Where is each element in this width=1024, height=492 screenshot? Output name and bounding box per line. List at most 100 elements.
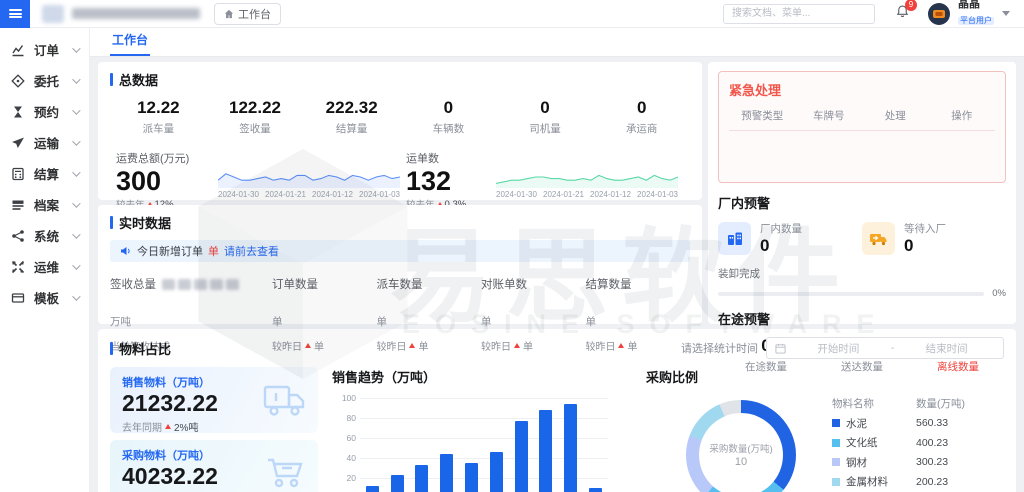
y-tick-label: 80 — [332, 413, 356, 423]
section-accent — [110, 73, 113, 86]
bar — [515, 421, 528, 492]
sparkline-date-label: 2024-01-30 — [496, 190, 537, 199]
freight-total-block: 运费总额(万元) 300 较去年12% 2024-01-302024-01-21… — [110, 150, 400, 211]
app-logo — [42, 5, 64, 23]
chevron-down-icon — [72, 106, 80, 114]
sidebar-item-settlement[interactable]: 结算 — [0, 158, 89, 189]
menu-toggle-button[interactable] — [0, 0, 30, 28]
sparkline-date-label: 2024-01-21 — [265, 190, 306, 199]
sidebar-item-system[interactable]: 系统 — [0, 220, 89, 251]
notification-badge: 9 — [905, 0, 917, 11]
bar — [490, 452, 503, 492]
triangle-up-icon — [409, 343, 415, 348]
triangle-up-icon — [514, 343, 520, 348]
section-title: 总数据 — [119, 70, 158, 89]
delivery-truck-icon — [262, 381, 308, 419]
stat-settled: 222.32结算量 — [303, 98, 400, 136]
realtime-col-dispatch: 派车数量 单 较昨日单 — [376, 276, 481, 353]
breadcrumb-label: 工作台 — [238, 6, 271, 22]
user-menu[interactable]: 晶晶 平台用户 — [958, 0, 994, 28]
redacted-value — [162, 279, 239, 290]
sparkline-date-label: 2024-01-12 — [312, 190, 353, 199]
realtime-data-panel: 实时数据 今日新增订单 单 请前去查看 签收总量 万吨 当前签收达成 — [98, 205, 702, 324]
section-accent — [110, 342, 113, 355]
calendar-icon — [775, 343, 786, 354]
line-chart-icon — [11, 43, 25, 57]
stat-vehicles: 0车辆数 — [400, 98, 497, 136]
bar — [391, 475, 404, 492]
legend-row: 钢材300.23 — [832, 455, 972, 470]
legend-swatch — [832, 478, 840, 486]
triangle-up-icon — [618, 343, 624, 348]
sidebar-item-template[interactable]: 模板 — [0, 282, 89, 313]
end-date-placeholder: 结束时间 — [898, 341, 995, 356]
legend-row: 水泥560.33 — [832, 416, 972, 431]
sidebar-item-appointment[interactable]: 预约 — [0, 96, 89, 127]
home-icon — [224, 9, 234, 19]
chevron-down-icon[interactable] — [1002, 11, 1010, 16]
date-range-picker[interactable]: 开始时间 - 结束时间 — [766, 337, 1004, 359]
sparkline-x-labels: 2024-01-30 2024-01-21 2024-01-12 2024-01-03 — [218, 190, 400, 199]
realtime-col-reconcile: 对账单数 单 较昨日单 — [481, 276, 586, 353]
tab-bar: 工作台 — [90, 28, 1024, 57]
sidebar-item-delegation[interactable]: 委托 — [0, 65, 89, 96]
sparkline-x-labels: 2024-01-302024-01-212024-01-122024-01-03 — [496, 190, 678, 199]
date-separator: - — [891, 342, 895, 354]
tab-workbench[interactable]: 工作台 — [110, 28, 150, 56]
section-accent — [110, 216, 113, 229]
truck-icon — [869, 231, 889, 247]
top-bar: 工作台 9 晶晶 平台用户 — [0, 0, 1024, 28]
sparkline-date-label: 2024-01-03 — [359, 190, 400, 199]
stat-carriers: 0承运商 — [593, 98, 690, 136]
main-area: 工作台 总数据 12.22派车量 122.22签收量 222.32结算量 0车辆… — [90, 28, 1024, 492]
material-ratio-panel: 物料占比 请选择统计时间 开始时间 - 结束时间 销售 — [98, 329, 1016, 492]
legend-row: 文化纸400.23 — [832, 435, 972, 450]
avatar[interactable] — [928, 3, 950, 25]
hamburger-icon — [9, 8, 22, 20]
section-title: 实时数据 — [119, 213, 171, 232]
breadcrumb[interactable]: 工作台 — [214, 3, 281, 25]
urgent-table-header: 预警类型车牌号处理操作 — [729, 108, 995, 131]
sparkline-date-label: 2024-01-12 — [590, 190, 631, 199]
sales-material-card: 销售物料（万吨） 21232.22 去年同期2%吨 — [110, 367, 318, 433]
bar — [415, 465, 428, 492]
chevron-down-icon — [72, 292, 80, 300]
notifications-button[interactable]: 9 — [895, 4, 910, 24]
sidebar-item-transport[interactable]: 运输 — [0, 127, 89, 158]
realtime-col-settle: 结算数量 单 较昨日单 — [585, 276, 690, 353]
share-nodes-icon — [11, 229, 25, 243]
legend-header: 物料名称 数量(万吨) — [832, 396, 972, 411]
waybill-sparkline-chart: 2024-01-302024-01-212024-01-122024-01-03 — [496, 164, 678, 199]
bars-container — [360, 398, 608, 492]
start-date-placeholder: 开始时间 — [790, 341, 887, 356]
triangle-up-icon — [305, 343, 311, 348]
section-title: 物料占比 — [119, 339, 171, 358]
search-input[interactable] — [723, 4, 875, 24]
sidebar-item-ops[interactable]: 运维 — [0, 251, 89, 282]
cart-icon — [262, 454, 308, 492]
notice-link[interactable]: 请前去查看 — [224, 243, 279, 259]
y-tick-label: 40 — [332, 453, 356, 463]
sidebar-item-orders[interactable]: 订单 — [0, 34, 89, 65]
sparkline-date-label: 2024-01-30 — [218, 190, 259, 199]
hourglass-icon — [11, 105, 25, 119]
chevron-down-icon — [72, 137, 80, 145]
bar — [366, 486, 379, 492]
legend-row: 金属材料200.23 — [832, 474, 972, 489]
bar — [440, 454, 453, 492]
pie-chart-title: 采购比例 — [646, 367, 1004, 386]
warning-panel: 紧急处理 预警类型车牌号处理操作 厂内预警 厂内数量0 — [708, 62, 1016, 324]
notice-bar: 今日新增订单 单 请前去查看 — [110, 240, 690, 262]
arrows-icon — [11, 260, 25, 274]
urgent-title: 紧急处理 — [729, 80, 995, 99]
legend-swatch — [832, 458, 840, 466]
building-icon — [726, 230, 744, 248]
paper-plane-icon — [11, 136, 25, 150]
triangle-up-icon — [165, 424, 171, 429]
factory-warning-title: 厂内预警 — [718, 193, 1006, 212]
speaker-icon — [120, 245, 132, 257]
stat-dispatch: 12.22派车量 — [110, 98, 207, 136]
sidebar-item-archive[interactable]: 档案 — [0, 189, 89, 220]
progress-label: 装卸完成 — [718, 266, 1006, 281]
chevron-down-icon — [72, 44, 80, 52]
